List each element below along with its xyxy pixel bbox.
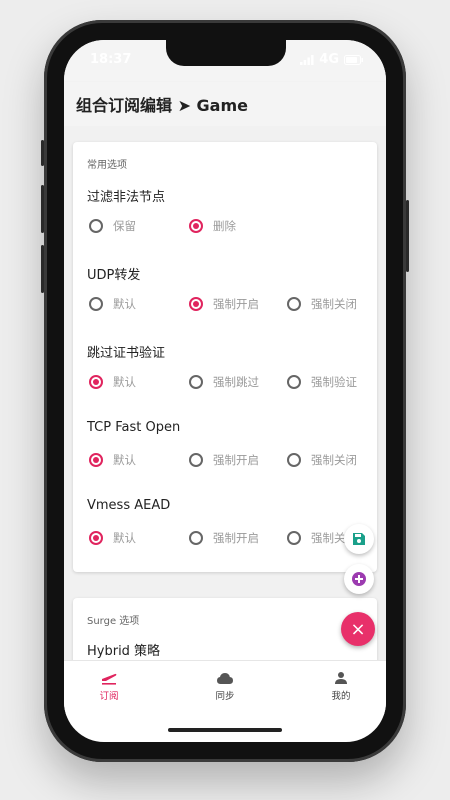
radio-unchecked-icon[interactable] xyxy=(189,453,203,467)
content-scroll[interactable]: 常用选项 过滤非法节点 保留 删除 UDP转发 默认 强制开启 强制关闭 跳过证书验证 默认 强制… xyxy=(64,126,386,660)
close-menu-button[interactable]: × xyxy=(341,612,375,646)
notch xyxy=(166,40,286,66)
page-title: 组合订阅编辑 ➤ Game xyxy=(76,96,249,115)
radio-option[interactable]: 默认 xyxy=(89,452,136,468)
battery-icon xyxy=(344,54,363,65)
radio-option[interactable]: 强制关闭 xyxy=(287,452,357,468)
radio-label: 保留 xyxy=(113,219,136,233)
power-button xyxy=(406,200,409,272)
option-title: 过滤非法节点 xyxy=(87,190,166,205)
nav-label: 订阅 xyxy=(99,691,119,702)
radio-option[interactable]: 删除 xyxy=(189,218,236,234)
save-icon xyxy=(353,533,365,545)
nav-label: 同步 xyxy=(215,691,235,702)
radio-label: 强制验证 xyxy=(311,375,357,389)
radio-label: 强制开启 xyxy=(213,531,259,545)
radio-group: 默认 强制开启 强制关闭 xyxy=(89,530,379,546)
radio-option[interactable]: 强制验证 xyxy=(287,374,357,390)
radio-checked-icon[interactable] xyxy=(89,453,103,467)
radio-group: 默认 强制跳过 强制验证 xyxy=(89,374,379,390)
radio-option[interactable]: 强制关闭 xyxy=(287,296,357,312)
radio-checked-icon[interactable] xyxy=(89,531,103,545)
radio-group: 保留 删除 xyxy=(89,218,379,234)
radio-label: 默认 xyxy=(113,453,136,467)
radio-unchecked-icon[interactable] xyxy=(189,375,203,389)
radio-unchecked-icon[interactable] xyxy=(89,297,103,311)
option-title: UDP转发 xyxy=(87,268,141,283)
cloud-icon xyxy=(217,673,233,684)
radio-label: 强制开启 xyxy=(213,297,259,311)
radio-unchecked-icon[interactable] xyxy=(287,375,301,389)
radio-label: 默认 xyxy=(113,297,136,311)
app-bar: 组合订阅编辑 ➤ Game xyxy=(64,82,386,126)
radio-option[interactable]: 默认 xyxy=(89,296,136,312)
radio-label: 默认 xyxy=(113,531,136,545)
surge-options-card: Surge 选项 Hybrid 策略 xyxy=(73,598,377,660)
radio-group: 默认 强制开启 强制关闭 xyxy=(89,452,379,468)
card-title: Surge 选项 xyxy=(87,616,140,627)
signal-icon xyxy=(300,54,314,65)
common-options-card: 常用选项 过滤非法节点 保留 删除 UDP转发 默认 强制开启 强制关闭 跳过证书验证 默认 强制… xyxy=(73,142,377,572)
add-icon xyxy=(352,572,366,586)
nav-item-sync[interactable]: 同步 xyxy=(190,671,260,702)
volume-up-button xyxy=(41,185,44,233)
nav-label: 我的 xyxy=(331,691,351,702)
radio-label: 删除 xyxy=(213,219,236,233)
radio-unchecked-icon[interactable] xyxy=(89,219,103,233)
option-title: Vmess AEAD xyxy=(87,498,171,513)
status-indicators: 4G xyxy=(300,52,364,67)
nav-item-profile[interactable]: 我的 xyxy=(306,671,376,702)
radio-group: 默认 强制开启 强制关闭 xyxy=(89,296,379,312)
option-title: TCP Fast Open xyxy=(87,420,181,435)
radio-checked-icon[interactable] xyxy=(189,219,203,233)
volume-down-button xyxy=(41,245,44,293)
nav-item-subscriptions[interactable]: 订阅 xyxy=(74,671,144,702)
radio-option[interactable]: 默认 xyxy=(89,374,136,390)
plane-icon xyxy=(102,673,117,685)
radio-checked-icon[interactable] xyxy=(89,375,103,389)
radio-option[interactable]: 强制开启 xyxy=(189,530,259,546)
radio-option[interactable]: 默认 xyxy=(89,530,136,546)
radio-unchecked-icon[interactable] xyxy=(189,531,203,545)
close-icon: × xyxy=(350,618,366,640)
radio-label: 强制跳过 xyxy=(213,375,259,389)
home-indicator xyxy=(168,728,282,732)
app-screen: 18:37 4G 组合订阅编辑 ➤ Game 常用选项 过滤非法节点 保留 删除 UD… xyxy=(64,40,386,742)
radio-unchecked-icon[interactable] xyxy=(287,297,301,311)
radio-label: 默认 xyxy=(113,375,136,389)
option-title: 跳过证书验证 xyxy=(87,346,166,361)
radio-label: 强制关闭 xyxy=(311,297,357,311)
card-title: 常用选项 xyxy=(87,160,127,171)
volume-button xyxy=(41,140,44,166)
radio-unchecked-icon[interactable] xyxy=(287,531,301,545)
radio-option[interactable]: 强制开启 xyxy=(189,452,259,468)
radio-option[interactable]: 强制开启 xyxy=(189,296,259,312)
bottom-navigation: 订阅 同步 我的 xyxy=(64,660,386,716)
status-time: 18:37 xyxy=(90,52,132,67)
radio-option[interactable]: 强制跳过 xyxy=(189,374,259,390)
option-title: Hybrid 策略 xyxy=(87,644,161,659)
person-icon xyxy=(335,672,347,684)
add-button[interactable] xyxy=(344,564,374,594)
save-button[interactable] xyxy=(344,524,374,554)
radio-label: 强制开启 xyxy=(213,453,259,467)
radio-checked-icon[interactable] xyxy=(189,297,203,311)
network-type: 4G xyxy=(319,52,339,67)
radio-label: 强制关闭 xyxy=(311,453,357,467)
radio-unchecked-icon[interactable] xyxy=(287,453,301,467)
radio-option[interactable]: 保留 xyxy=(89,218,136,234)
